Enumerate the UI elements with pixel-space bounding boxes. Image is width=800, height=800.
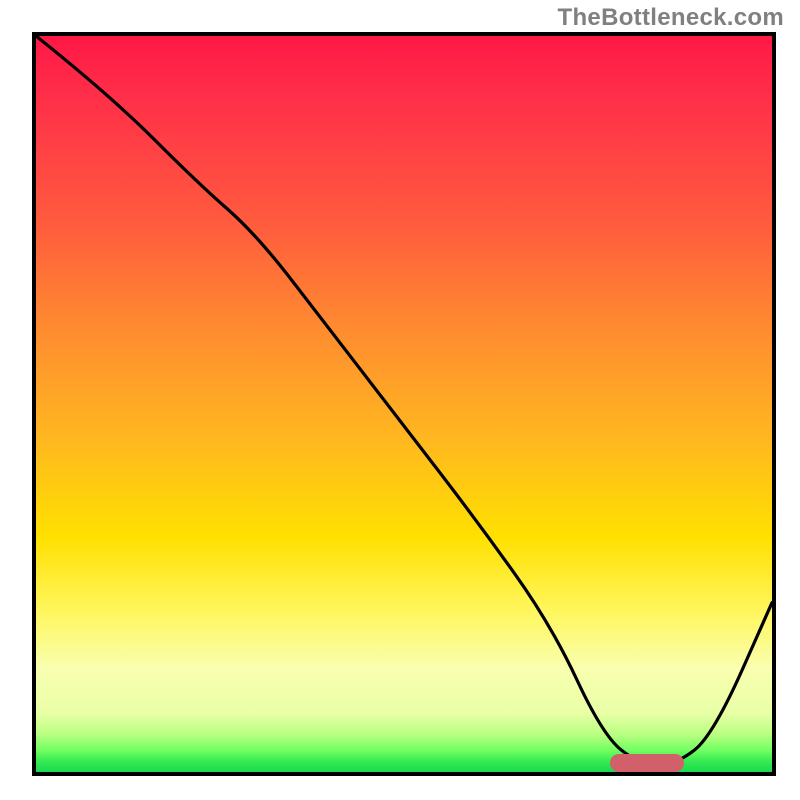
heatmap-gradient xyxy=(36,36,772,772)
plot-area xyxy=(32,32,776,776)
watermark-text: TheBottleneck.com xyxy=(558,4,784,32)
chart-container: TheBottleneck.com xyxy=(0,0,800,800)
optimal-range-marker xyxy=(610,754,684,772)
